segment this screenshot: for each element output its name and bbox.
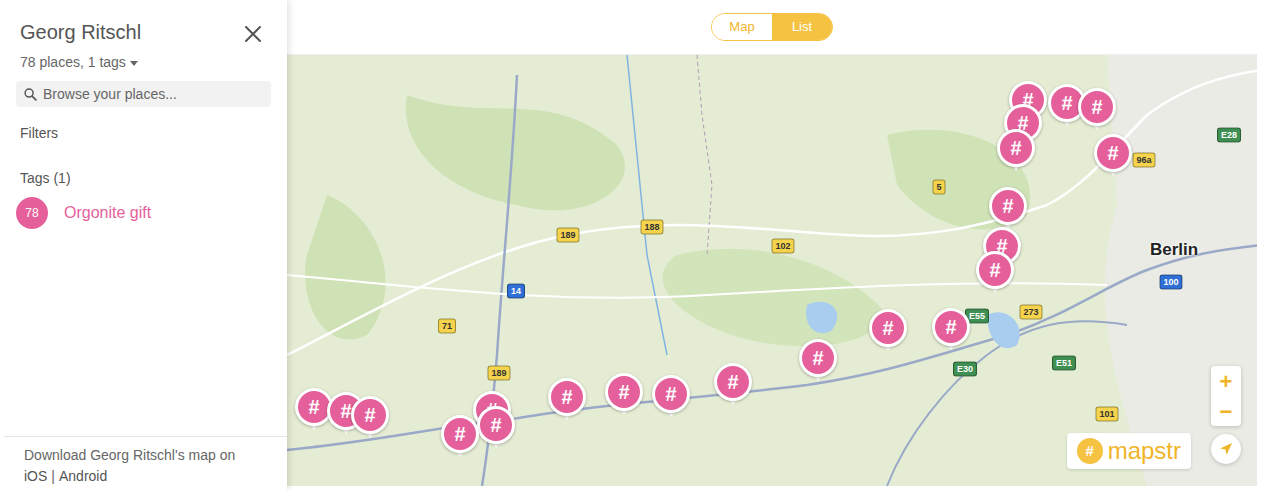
locate-arrow-icon[interactable] xyxy=(1218,441,1234,457)
map-pin[interactable]: # xyxy=(477,406,515,454)
logo-text: mapstr xyxy=(1108,437,1181,465)
sidebar-header: Georg Ritschl xyxy=(16,16,271,44)
filters-label: Filters xyxy=(16,123,271,144)
search-field[interactable] xyxy=(16,81,271,107)
pin-head[interactable]: # xyxy=(477,406,515,444)
pin-head[interactable]: # xyxy=(989,187,1027,225)
tag-list: 78 Orgonite gift xyxy=(16,197,271,229)
logo-mark: # xyxy=(1077,438,1103,464)
pin-head[interactable]: # xyxy=(1078,88,1116,126)
tag-count: 78 xyxy=(16,197,48,229)
road-shield: E30 xyxy=(953,362,977,377)
user-title: Georg Ritschl xyxy=(16,16,141,44)
sidebar: Georg Ritschl 78 places, 1 tags Filters … xyxy=(0,0,287,490)
places-summary[interactable]: 78 places, 1 tags xyxy=(16,52,271,73)
locate-button[interactable] xyxy=(1211,434,1241,464)
pin-head[interactable]: # xyxy=(799,339,837,377)
road-shield: 102 xyxy=(771,239,794,254)
pin-head[interactable]: # xyxy=(997,129,1035,167)
road-shield: 273 xyxy=(1019,305,1042,320)
map-pin[interactable]: # xyxy=(799,339,837,387)
tags-heading: Tags (1) xyxy=(16,168,271,189)
road-shield: 189 xyxy=(556,228,579,243)
pin-head[interactable]: # xyxy=(351,396,389,434)
pin-head[interactable]: # xyxy=(932,308,970,346)
map-pin[interactable]: # xyxy=(997,129,1035,177)
top-bar: MapList xyxy=(287,0,1257,55)
map[interactable]: E2896a51891881021471189E55273E30E5110010… xyxy=(287,55,1257,486)
search-input[interactable] xyxy=(41,83,263,106)
zoom-controls: +− xyxy=(1211,366,1241,426)
pin-head[interactable]: # xyxy=(869,309,907,347)
zoom-out-button[interactable]: − xyxy=(1211,396,1241,426)
view-toggle: MapList xyxy=(711,13,833,41)
map-pin[interactable]: # xyxy=(1078,88,1116,136)
map-pin[interactable]: # xyxy=(548,378,586,426)
tag-label[interactable]: Orgonite gift xyxy=(64,201,151,225)
mapstr-logo: #mapstr xyxy=(1067,433,1191,469)
view-tab[interactable]: Map xyxy=(712,14,772,40)
pin-head[interactable]: # xyxy=(652,375,690,413)
view-tab[interactable]: List xyxy=(772,14,832,40)
sidebar-body: Georg Ritschl 78 places, 1 tags Filters … xyxy=(0,0,287,436)
road-shield: 96a xyxy=(1132,153,1155,168)
pin-head[interactable]: # xyxy=(441,415,479,453)
map-pin[interactable]: # xyxy=(652,375,690,423)
map-pin[interactable]: # xyxy=(441,415,479,463)
road-shield: 100 xyxy=(1159,275,1182,290)
search-icon xyxy=(24,88,37,101)
map-pin[interactable]: # xyxy=(932,308,970,356)
pin-head[interactable]: # xyxy=(714,363,752,401)
pin-head[interactable]: # xyxy=(605,373,643,411)
close-icon[interactable] xyxy=(243,24,263,44)
pin-head[interactable]: # xyxy=(548,378,586,416)
map-panel: MapList E2896a51891881021471189E55273E30… xyxy=(287,0,1262,490)
road-shield: 101 xyxy=(1095,407,1118,422)
zoom-in-button[interactable]: + xyxy=(1211,366,1241,396)
pin-head[interactable]: # xyxy=(976,251,1014,289)
link-separator: | xyxy=(51,466,55,486)
places-count: 78 places, 1 tags xyxy=(20,54,126,70)
pin-head[interactable]: # xyxy=(1094,134,1132,172)
map-pin[interactable]: # xyxy=(351,396,389,444)
road-shield: 188 xyxy=(640,220,663,235)
road-shield: E51 xyxy=(1052,356,1076,371)
caret-icon[interactable] xyxy=(130,61,138,66)
map-pin[interactable]: # xyxy=(605,373,643,421)
road-shield: 189 xyxy=(487,366,510,381)
store-link[interactable]: Android xyxy=(59,466,107,486)
download-links: iOS|Android xyxy=(20,466,271,486)
road-shield: 5 xyxy=(932,180,945,195)
road-shield: 14 xyxy=(507,284,525,299)
map-pin[interactable]: # xyxy=(1094,134,1132,182)
map-pin[interactable]: # xyxy=(976,251,1014,299)
map-pin[interactable]: # xyxy=(714,363,752,411)
road-shield: 71 xyxy=(438,319,456,334)
tag-item[interactable]: 78 Orgonite gift xyxy=(16,197,271,229)
city-label: Berlin xyxy=(1150,237,1198,263)
road-shield: E28 xyxy=(1217,128,1241,143)
download-text: Download Georg Ritschl's map on xyxy=(20,445,271,465)
map-pin[interactable]: # xyxy=(869,309,907,357)
sidebar-footer: Download Georg Ritschl's map on iOS|Andr… xyxy=(4,436,287,490)
store-link[interactable]: iOS xyxy=(24,466,47,486)
